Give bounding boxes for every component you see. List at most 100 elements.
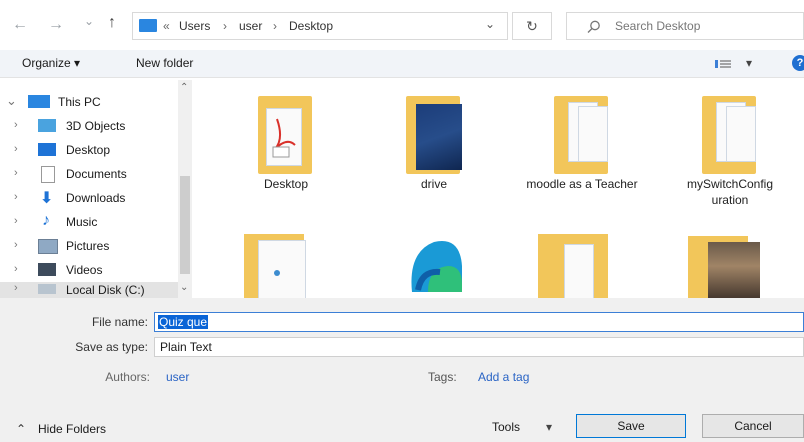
sidebar-item-music[interactable]: › ♪ Music (0, 210, 178, 234)
search-icon (587, 20, 600, 33)
edge-app-item[interactable] (404, 232, 464, 298)
file-item-myswitchconfiguration[interactable]: mySwitchConfig uration (670, 92, 790, 218)
file-item-drive[interactable]: drive (374, 92, 494, 218)
save-button[interactable]: Save (576, 414, 686, 438)
scroll-up-icon[interactable]: ⌃ (180, 82, 188, 93)
hide-folders-button[interactable]: Hide Folders (38, 422, 106, 436)
view-dropdown-icon[interactable]: ▾ (746, 56, 752, 70)
up-button[interactable]: ↑ (108, 14, 116, 32)
file-item-desktop[interactable]: Desktop (226, 92, 346, 218)
chevron-right-icon: › (273, 19, 277, 33)
forward-button[interactable]: → (48, 16, 64, 34)
back-button[interactable]: ← (12, 16, 28, 34)
sidebar-item-label: 3D Objects (66, 119, 126, 133)
sidebar-item-pictures[interactable]: › Pictures (0, 234, 178, 258)
file-name: mySwitchConfig uration (686, 177, 774, 207)
chevron-right-icon[interactable]: › (14, 191, 18, 203)
file-name: drive (420, 177, 447, 191)
document-icon (578, 106, 608, 162)
chevron-right-icon[interactable]: › (14, 143, 18, 155)
chevron-right-icon[interactable]: › (14, 263, 18, 275)
chevron-right-icon[interactable]: › (14, 239, 18, 251)
sidebar-item-label: Documents (66, 167, 127, 181)
file-item-moodle[interactable]: moodle as a Teacher (522, 92, 642, 218)
chevron-right-icon: › (223, 19, 227, 33)
breadcrumb-user[interactable]: user (239, 19, 262, 33)
drive-icon (38, 284, 56, 294)
sidebar-item-label: Desktop (66, 143, 111, 157)
file-name-label: File name: (91, 315, 148, 329)
video-icon (38, 263, 56, 276)
save-as-type-label: Save as type: (75, 340, 148, 354)
file-name-input[interactable]: Quiz que (154, 312, 804, 332)
image-thumbnail (416, 104, 462, 170)
chevron-right-icon[interactable]: › (14, 215, 18, 227)
document-icon (258, 240, 306, 298)
address-overflow[interactable]: « (163, 19, 170, 33)
view-options-icon[interactable] (714, 58, 732, 70)
chevron-right-icon[interactable]: › (14, 167, 18, 179)
document-icon (41, 166, 55, 183)
pc-icon (28, 95, 50, 108)
sidebar-item-label: Music (66, 215, 98, 229)
tools-button[interactable]: Tools (492, 420, 520, 434)
scroll-down-icon[interactable]: ⌄ (180, 282, 188, 293)
authors-label: Authors: (105, 370, 150, 384)
file-name-selected-text: Quiz que (158, 315, 209, 329)
file-list: Desktop drive moodle as a Teacher mySwit… (192, 80, 804, 298)
picture-icon (38, 239, 58, 254)
folder-item[interactable] (244, 230, 314, 298)
recent-locations-button[interactable]: ⌄ (84, 14, 94, 28)
file-name: Desktop (263, 177, 309, 191)
sidebar-item-downloads[interactable]: › ⬇ Downloads (0, 186, 178, 210)
edge-icon (411, 241, 462, 292)
sidebar-item-desktop[interactable]: › Desktop (0, 138, 178, 162)
chevron-up-icon: ⌃ (16, 422, 27, 436)
tags-input[interactable]: Add a tag (478, 370, 529, 384)
sidebar-scroll-thumb[interactable] (180, 176, 190, 274)
folder-item[interactable] (538, 230, 608, 298)
refresh-button[interactable]: ↻ (512, 12, 552, 40)
address-bar[interactable]: « Users › user › Desktop ⌄ (132, 12, 508, 40)
document-icon (564, 244, 594, 298)
chevron-right-icon[interactable]: › (14, 282, 18, 294)
sidebar-item-videos[interactable]: › Videos (0, 258, 178, 282)
sidebar-item-label: Downloads (66, 191, 126, 205)
pc-icon (139, 19, 157, 32)
save-as-type-value: Plain Text (160, 340, 212, 354)
breadcrumb-desktop[interactable]: Desktop (289, 19, 333, 33)
chevron-right-icon[interactable]: › (14, 119, 18, 131)
cancel-button[interactable]: Cancel (702, 414, 804, 438)
sidebar-item-label: Local Disk (C:) (66, 283, 145, 297)
sidebar-item-label: Pictures (66, 239, 110, 253)
sidebar-item-this-pc[interactable]: ⌄ This PC (0, 90, 178, 114)
desktop-icon (38, 143, 56, 156)
photo-thumbnail (708, 242, 760, 298)
breadcrumb-users[interactable]: Users (179, 19, 210, 33)
organize-button[interactable]: Organize ▾ (22, 56, 80, 70)
sidebar-item-3d-objects[interactable]: › 3D Objects (0, 114, 178, 138)
search-box[interactable]: Search Desktop (566, 12, 804, 40)
address-row: ← → ⌄ ↑ « Users › user › Desktop ⌄ ↻ Sea… (0, 0, 804, 50)
download-arrow-icon: ⬇ (40, 190, 54, 207)
navigation-pane: ⌄ This PC › 3D Objects › Desktop › Docum… (0, 80, 192, 298)
sidebar-item-label: Videos (66, 263, 103, 277)
cube-icon (38, 119, 56, 132)
address-dropdown-icon[interactable]: ⌄ (485, 17, 495, 31)
music-note-icon: ♪ (42, 212, 50, 229)
chevron-down-icon[interactable]: ⌄ (6, 93, 17, 109)
pdf-document-icon (266, 108, 302, 166)
folder-item[interactable] (688, 232, 764, 298)
help-icon[interactable]: ? (792, 55, 804, 71)
document-icon (726, 106, 756, 162)
sidebar-item-local-disk[interactable]: › Local Disk (C:) (0, 282, 178, 298)
authors-value[interactable]: user (166, 370, 189, 384)
tags-label: Tags: (428, 370, 457, 384)
sidebar-item-documents[interactable]: › Documents (0, 162, 178, 186)
tools-dropdown-icon[interactable]: ▾ (546, 420, 552, 434)
new-folder-button[interactable]: New folder (136, 56, 193, 70)
save-as-type-select[interactable]: Plain Text (154, 337, 804, 357)
toolbar: Organize ▾ New folder ▾ ? (0, 50, 804, 78)
sidebar-item-label: This PC (58, 95, 101, 109)
search-input[interactable]: Search Desktop (615, 19, 700, 33)
